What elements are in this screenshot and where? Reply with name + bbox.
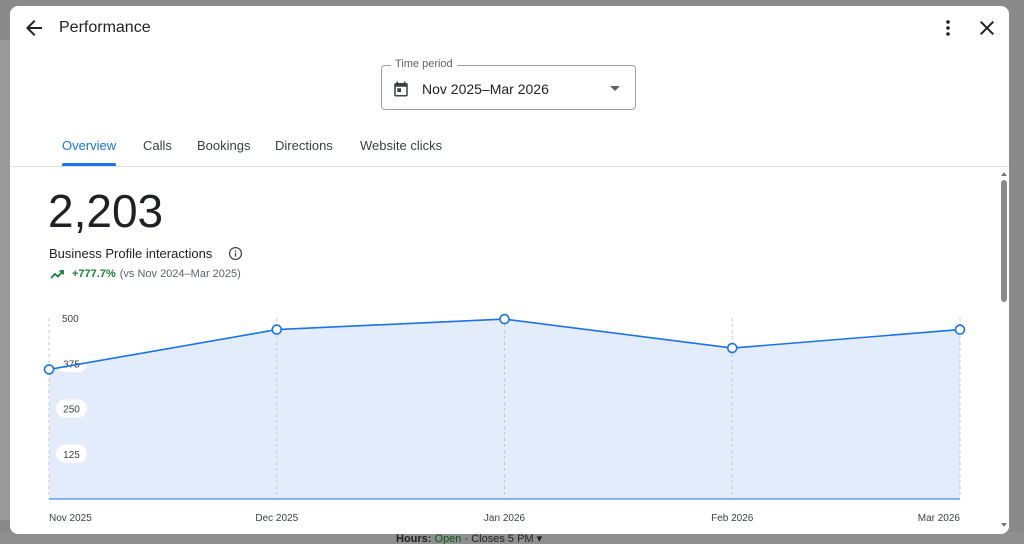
scroll-up-arrow[interactable] — [1001, 172, 1007, 176]
interactions-chart: 125250375500Nov 2025 Dec 2025 Jan 2026 Feb … — [43, 313, 966, 524]
page-title: Performance — [59, 19, 151, 36]
x-tick-label: Feb 2026 — [711, 513, 754, 524]
x-tick-label: Dec 2025 — [255, 513, 298, 524]
time-period-select[interactable]: Time period Nov 2025–Mar 2026 — [381, 58, 636, 110]
info-icon[interactable] — [228, 246, 243, 261]
tab-directions[interactable]: Directions — [275, 138, 333, 153]
tab-bar: Overview Calls Bookings Directions Websi… — [10, 130, 1009, 167]
calendar-icon — [394, 81, 408, 97]
close-button[interactable] — [975, 16, 999, 40]
y-tick-label: 125 — [63, 450, 80, 461]
interactions-total: 2,203 — [48, 185, 164, 237]
metric-label: Business Profile interactions — [49, 246, 213, 261]
scroll-down-arrow[interactable] — [1001, 523, 1007, 527]
performance-dialog: Performance Time period Nov 2025–Mar 202… — [10, 6, 1009, 534]
x-tick-label: Jan 2026 — [484, 513, 526, 524]
chart-data-point — [954, 324, 966, 335]
trending-up-icon — [50, 270, 64, 279]
dialog-header: Performance — [10, 6, 1009, 52]
background-strip — [0, 40, 10, 520]
active-tab-indicator — [62, 163, 116, 166]
x-tick-label: Mar 2026 — [918, 513, 961, 524]
trend-value: +777.7% — [72, 268, 116, 280]
scrollbar-thumb[interactable] — [1001, 180, 1007, 302]
chart-data-point — [43, 364, 55, 375]
arrow-back-icon — [26, 20, 42, 36]
tab-website-clicks[interactable]: Website clicks — [360, 138, 442, 153]
tab-bookings[interactable]: Bookings — [197, 138, 250, 153]
more-options-button[interactable] — [936, 16, 960, 40]
chart-data-point — [726, 342, 738, 354]
trend-row: +777.7% (vs Nov 2024–Mar 2025) — [50, 268, 241, 280]
more-vert-icon — [946, 20, 950, 36]
back-button[interactable] — [22, 16, 46, 40]
x-tick-label: Nov 2025 — [49, 513, 92, 524]
y-tick-label: 500 — [62, 314, 79, 325]
trend-comparison: (vs Nov 2024–Mar 2025) — [119, 268, 241, 280]
chevron-down-icon — [610, 86, 620, 91]
close-icon — [980, 21, 994, 35]
tab-calls[interactable]: Calls — [143, 138, 172, 153]
y-tick-label: 250 — [63, 405, 80, 416]
tab-overview[interactable]: Overview — [62, 138, 116, 153]
chart-data-point — [499, 313, 510, 325]
chart-data-point — [271, 324, 283, 335]
time-period-label: Time period — [391, 58, 457, 70]
time-period-value: Nov 2025–Mar 2026 — [422, 81, 549, 97]
